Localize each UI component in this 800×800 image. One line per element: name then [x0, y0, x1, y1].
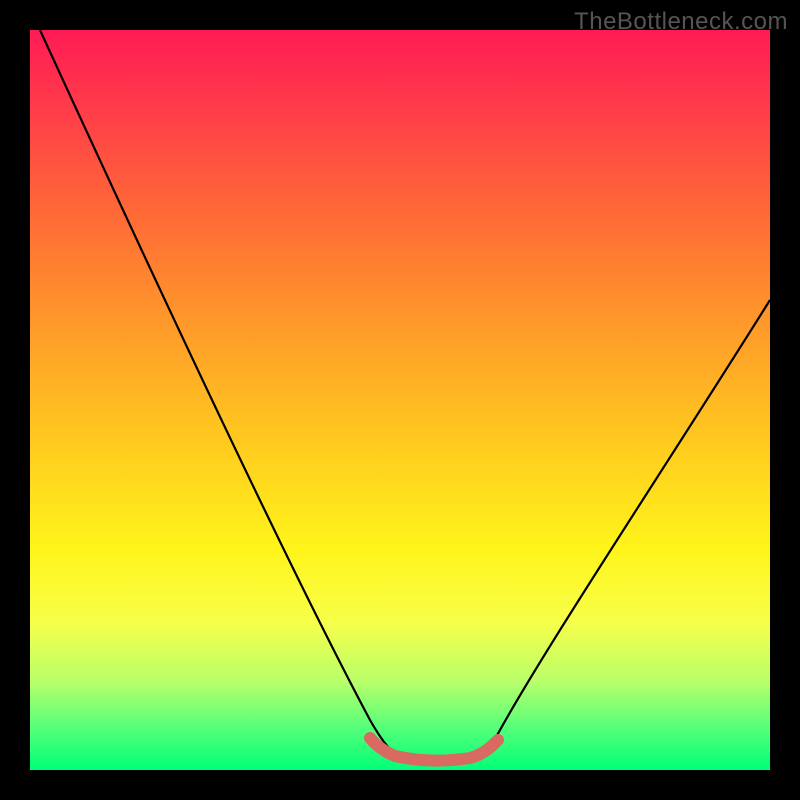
curve-svg	[30, 30, 770, 770]
watermark-text: TheBottleneck.com	[574, 8, 788, 36]
optimal-band-path	[370, 738, 498, 761]
plot-area	[30, 30, 770, 770]
bottleneck-curve-path	[40, 30, 770, 764]
